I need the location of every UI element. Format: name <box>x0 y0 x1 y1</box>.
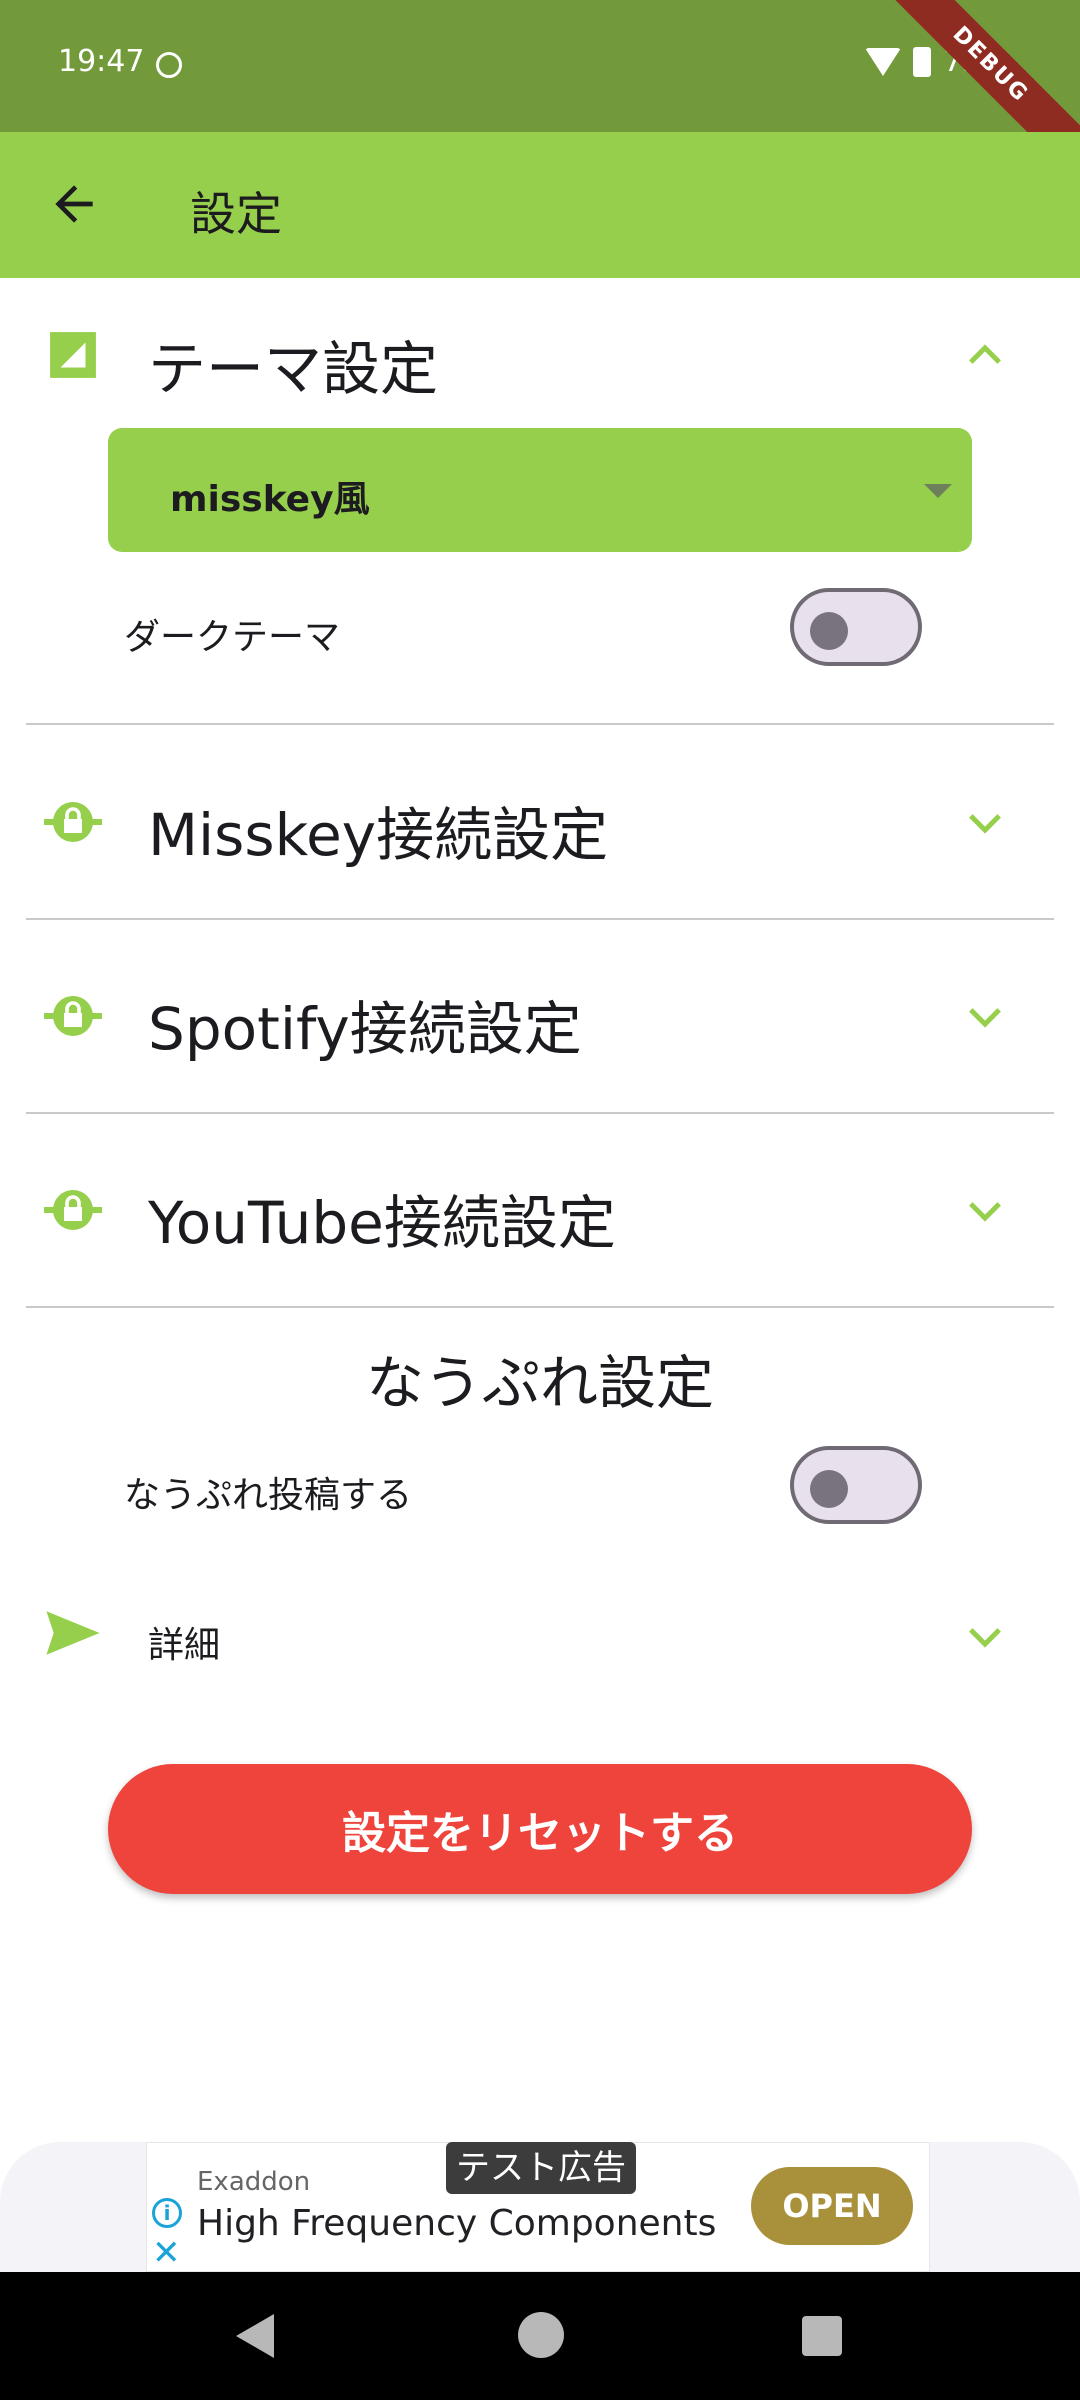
section-title-misskey[interactable]: Misskey接続設定 <box>148 788 608 872</box>
section-title-theme[interactable]: テーマ設定 <box>148 322 438 406</box>
theme-dropdown-value: misskey風 <box>170 479 370 520</box>
app-bar <box>0 132 1080 278</box>
ad-advertiser: Exaddon <box>197 2167 311 2197</box>
lock-icon <box>44 996 102 1036</box>
nav-recents-icon[interactable] <box>802 2316 842 2356</box>
lock-icon <box>44 1190 102 1230</box>
nowplaying-post-label: なうぷれ投稿する <box>124 1475 413 1516</box>
dropdown-arrow-icon <box>924 484 952 498</box>
divider <box>26 1306 1054 1308</box>
dark-theme-label: ダークテーマ <box>124 617 341 658</box>
theme-icon <box>50 332 96 378</box>
dark-theme-switch[interactable] <box>790 588 922 666</box>
status-time: 19:47 <box>58 44 145 79</box>
lock-icon <box>44 802 102 842</box>
ad-headline[interactable]: High Frequency Components <box>197 2203 716 2244</box>
chevron-up-icon[interactable] <box>968 344 1002 366</box>
chevron-down-icon[interactable] <box>968 1006 1002 1028</box>
back-arrow-icon[interactable] <box>46 176 102 232</box>
reset-settings-button[interactable]: 設定をリセットする <box>108 1764 972 1894</box>
info-icon[interactable]: i <box>152 2198 182 2228</box>
nav-home-icon[interactable] <box>518 2312 564 2358</box>
wifi-icon <box>865 47 902 76</box>
section-title-youtube[interactable]: YouTube接続設定 <box>148 1176 616 1260</box>
switch-knob <box>810 1470 848 1508</box>
battery-icon <box>913 46 932 77</box>
nav-back-icon[interactable] <box>236 2314 274 2358</box>
send-icon <box>46 1611 100 1655</box>
switch-knob <box>810 612 848 650</box>
page-title: 設定 <box>190 187 282 241</box>
section-title-spotify[interactable]: Spotify接続設定 <box>148 982 582 1066</box>
divider <box>26 918 1054 920</box>
divider <box>26 723 1054 725</box>
ad-open-button[interactable]: OPEN <box>751 2167 913 2245</box>
theme-dropdown[interactable]: misskey風 <box>108 428 972 552</box>
chevron-down-icon[interactable] <box>968 1200 1002 1222</box>
chevron-down-icon[interactable] <box>968 1626 1002 1648</box>
test-ad-label: テスト広告 <box>446 2142 636 2194</box>
notification-icon <box>156 52 182 78</box>
divider <box>26 1112 1054 1114</box>
chevron-down-icon[interactable] <box>968 812 1002 834</box>
nowplaying-post-switch[interactable] <box>790 1446 922 1524</box>
nowplaying-heading: なうぷれ設定 <box>365 1349 714 1417</box>
detail-label[interactable]: 詳細 <box>148 1616 220 1668</box>
close-icon[interactable]: ✕ <box>152 2236 181 2270</box>
